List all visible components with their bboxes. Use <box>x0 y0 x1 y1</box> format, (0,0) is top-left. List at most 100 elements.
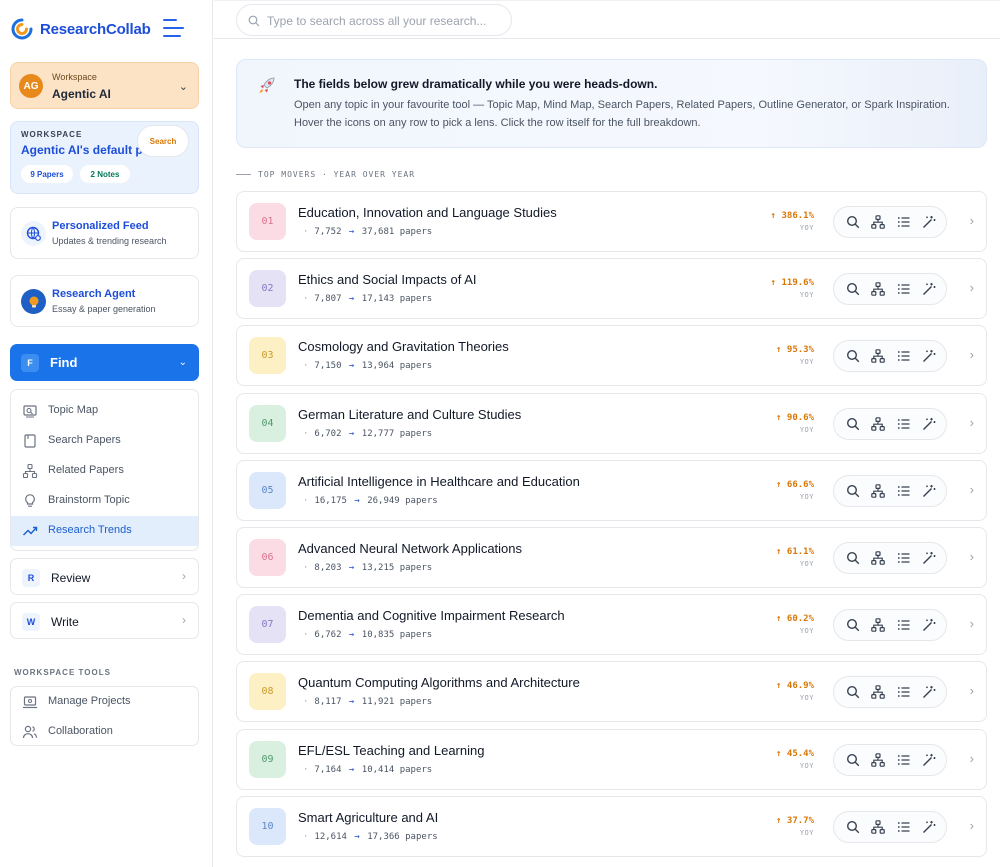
magic-wand-icon[interactable] <box>922 484 936 498</box>
paper-counts: · 12,614 → 17,366 papers <box>303 832 438 842</box>
magic-wand-icon[interactable] <box>922 282 936 296</box>
row-actions <box>833 206 947 238</box>
menu-item-brainstorm-topic[interactable]: Brainstorm Topic <box>11 486 198 516</box>
list-icon[interactable] <box>897 215 911 229</box>
row-title: Artificial Intelligence in Healthcare an… <box>298 473 580 489</box>
mind-map-icon[interactable] <box>871 618 885 632</box>
magic-wand-icon[interactable] <box>922 618 936 632</box>
papers-from: 6,762 <box>314 630 342 641</box>
menu-item-manage-projects[interactable]: Manage Projects <box>11 687 200 717</box>
growth-percent: ↑ 90.6% <box>776 412 814 423</box>
search-icon[interactable] <box>846 753 860 767</box>
papers-chip[interactable]: 9 Papers <box>21 165 73 183</box>
search-icon[interactable] <box>846 215 860 229</box>
global-search-input[interactable]: Type to search across all your research.… <box>236 4 512 36</box>
banner-body: Open any topic in your favourite tool — … <box>294 99 950 129</box>
trend-row[interactable]: 03 Cosmology and Gravitation Theories · 7,1… <box>236 325 987 387</box>
trend-row[interactable]: 08 Quantum Computing Algorithms and Archi… <box>236 661 987 723</box>
list-icon[interactable] <box>897 282 911 296</box>
trend-row[interactable]: 04 German Literature and Culture Studies ·… <box>236 392 987 454</box>
list-icon[interactable] <box>897 820 911 834</box>
project-card[interactable]: WORKSPACE Agentic AI's default project ›… <box>10 121 199 194</box>
papers-from: 7,752 <box>314 227 342 237</box>
search-icon[interactable] <box>846 618 860 632</box>
mind-map-icon[interactable] <box>871 416 885 431</box>
papers-word: papers <box>399 227 433 237</box>
search-icon[interactable] <box>846 417 860 431</box>
papers-to: 11,921 <box>361 697 395 708</box>
magic-wand-icon[interactable] <box>922 349 936 363</box>
magic-wand-icon[interactable] <box>922 685 936 699</box>
mind-map-icon[interactable] <box>871 215 885 229</box>
notes-chip[interactable]: 2 Notes <box>80 165 130 183</box>
arrow-right-icon: → <box>348 495 366 506</box>
chevron-right-icon: › <box>969 280 974 296</box>
menu-item-label: Topic Map <box>48 404 99 416</box>
menu-toggle-icon[interactable] <box>163 19 184 37</box>
trend-row[interactable]: 09 EFL/ESL Teaching and Learning · 7,164 → … <box>236 728 987 790</box>
chevron-right-icon: › <box>182 569 186 583</box>
mind-map-icon[interactable] <box>871 483 885 498</box>
personalized-feed-card[interactable]: Personalized Feed Updates & trending res… <box>10 207 199 259</box>
mind-map-icon[interactable] <box>871 819 885 834</box>
mind-map-icon[interactable] <box>871 282 885 296</box>
search-icon[interactable] <box>846 551 860 565</box>
rank-badge: 07 <box>249 606 286 644</box>
mind-map-icon[interactable] <box>871 685 885 700</box>
list-icon[interactable] <box>897 685 911 699</box>
workspace-name: Agentic AI <box>52 87 111 101</box>
trend-row[interactable]: 10 Smart Agriculture and AI · 12,614 → 17,3… <box>236 795 987 857</box>
magic-wand-icon[interactable] <box>922 753 936 767</box>
menu-item-topic-map[interactable]: Topic Map <box>11 396 198 426</box>
magic-wand-icon[interactable] <box>922 417 936 431</box>
find-section-toggle[interactable]: F Find ⌄ <box>10 344 199 381</box>
research-agent-card[interactable]: Research Agent Essay & paper generation <box>10 275 199 327</box>
magic-wand-icon[interactable] <box>922 820 936 834</box>
mind-map-icon[interactable] <box>871 551 885 565</box>
search-icon[interactable] <box>846 820 860 834</box>
brand[interactable]: ResearchCollab <box>10 16 151 42</box>
papers-word: papers <box>399 294 433 305</box>
agent-bulb-icon <box>21 289 46 314</box>
list-icon[interactable] <box>897 551 911 565</box>
search-icon[interactable] <box>846 282 860 296</box>
row-title: EFL/ESL Teaching and Learning <box>298 742 485 758</box>
row-title: Smart Agriculture and AI <box>298 809 439 825</box>
trend-row[interactable]: 05 Artificial Intelligence in Healthcare … <box>236 459 987 521</box>
trend-row[interactable]: 07 Dementia and Cognitive Impairment Rese… <box>236 594 987 656</box>
review-section-toggle[interactable]: R Review › <box>10 558 199 595</box>
trend-row[interactable]: 01 Education, Innovation and Language Stu… <box>236 191 987 252</box>
search-icon[interactable] <box>846 685 860 699</box>
magic-wand-icon[interactable] <box>922 551 936 565</box>
menu-item-collaboration[interactable]: Collaboration <box>11 717 200 747</box>
search-icon[interactable] <box>846 484 860 498</box>
yoy-label: YOY <box>799 627 814 636</box>
menu-item-related-papers[interactable]: Related Papers <box>11 456 198 486</box>
search-chip[interactable]: Search <box>137 125 189 157</box>
papers-word: papers <box>405 831 438 842</box>
papers-to: 12,777 <box>361 428 395 439</box>
trend-row[interactable]: 02 Ethics and Social Impacts of AI · 7,807 … <box>236 258 987 320</box>
menu-item-research-trends[interactable]: Research Trends <box>11 516 198 546</box>
mind-map-icon[interactable] <box>871 349 885 364</box>
menu-item-search-papers[interactable]: Search Papers <box>11 426 198 456</box>
magic-wand-icon[interactable] <box>922 215 936 229</box>
list-icon[interactable] <box>897 753 911 767</box>
bullet-dot: · <box>303 227 309 237</box>
row-title: Quantum Computing Algorithms and Archite… <box>298 675 580 691</box>
list-icon[interactable] <box>897 618 911 632</box>
search-icon[interactable] <box>846 349 860 363</box>
mind-map-icon[interactable] <box>871 752 885 767</box>
brand-name: ResearchCollab <box>40 20 151 38</box>
list-icon[interactable] <box>897 417 911 431</box>
list-icon[interactable] <box>897 349 911 363</box>
write-section-toggle[interactable]: W Write › <box>10 602 199 639</box>
bullet-dot: · <box>303 361 309 372</box>
chevron-right-icon: › <box>969 616 974 632</box>
workspace-avatar: AG <box>19 74 43 98</box>
trend-row[interactable]: 06 Advanced Neural Network Applications · 8… <box>236 527 987 588</box>
rank-badge: 10 <box>249 807 286 845</box>
workspace-selector[interactable]: AG Workspace Agentic AI ⌄ <box>10 62 199 109</box>
bullet-dot: · <box>303 831 309 842</box>
list-icon[interactable] <box>897 484 911 498</box>
